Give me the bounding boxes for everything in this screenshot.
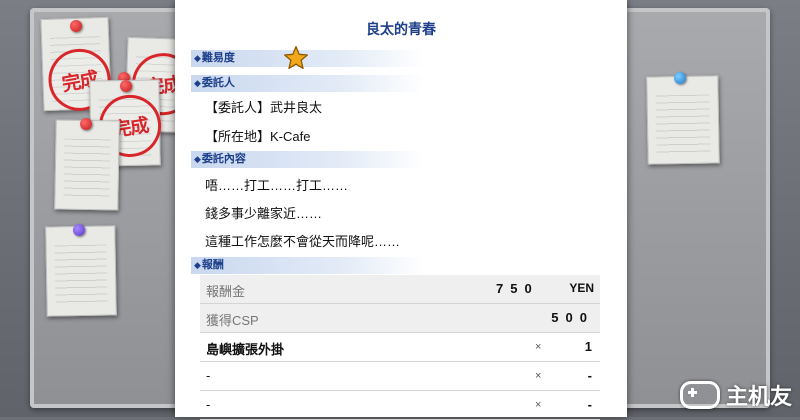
section-header-label: 報酬 [201,259,224,271]
reward-table: 報酬金 750 YEN 獲得CSP 500 島嶼擴張外掛 × 1 - × - -… [200,275,600,420]
reward-row-item: - × - [200,391,600,420]
reward-value: 500 [551,310,594,325]
client-name: 【委託人】武井良太 [205,100,323,115]
reward-row-csp: 獲得CSP 500 [200,304,600,333]
reward-unit: YEN [569,281,594,295]
content-line: 錢多事少離家近…… [205,206,323,221]
reward-row-item: 島嶼擴張外掛 × 1 [200,333,600,362]
reward-value: 750 [496,281,539,296]
quest-detail-panel: 良太的青春 ◆難易度 ◆委託人 【委託人】武井良太 【所在地】K-Cafe ◆委… [175,0,627,420]
section-header-label: 委託人 [201,77,235,89]
quest-note[interactable] [54,119,120,211]
reward-qty: - [587,368,592,383]
reward-name: 報酬金 [206,284,246,299]
difficulty-star-icon [283,45,309,70]
content-line: 這種工作怎麼不會從天而降呢…… [205,234,401,249]
purple-pin-icon [73,224,85,236]
blue-pin-icon [674,72,686,84]
reward-qty: - [587,397,592,412]
red-pin-icon [70,20,82,32]
reward-name: - [206,397,211,412]
section-header-label: 委託內容 [201,153,246,165]
reward-name: - [206,368,211,383]
quest-note[interactable] [45,225,117,317]
reward-times: × [535,341,542,353]
watermark-text: 主机友 [725,384,792,409]
content-line: 唔……打工……打工…… [205,178,349,193]
reward-row-money: 報酬金 750 YEN [200,275,600,304]
site-watermark: 主机友 [679,379,792,411]
section-header-client: ◆委託人 [191,75,424,92]
reward-times: × [535,399,542,411]
reward-name: 島嶼擴張外掛 [206,342,285,357]
red-pin-icon [80,118,92,130]
quest-title: 良太的青春 [366,21,436,37]
reward-row-item: - × - [200,362,600,391]
section-header-reward: ◆報酬 [191,257,424,274]
gamepad-icon [679,381,720,409]
quest-note[interactable] [646,75,720,165]
section-header-content: ◆委託內容 [191,151,424,168]
client-location: 【所在地】K-Cafe [205,129,311,144]
reward-times: × [535,370,542,382]
reward-qty: 1 [584,339,592,354]
reward-name: 獲得CSP [206,313,259,328]
section-header-label: 難易度 [201,52,235,64]
red-pin-icon [120,80,132,92]
